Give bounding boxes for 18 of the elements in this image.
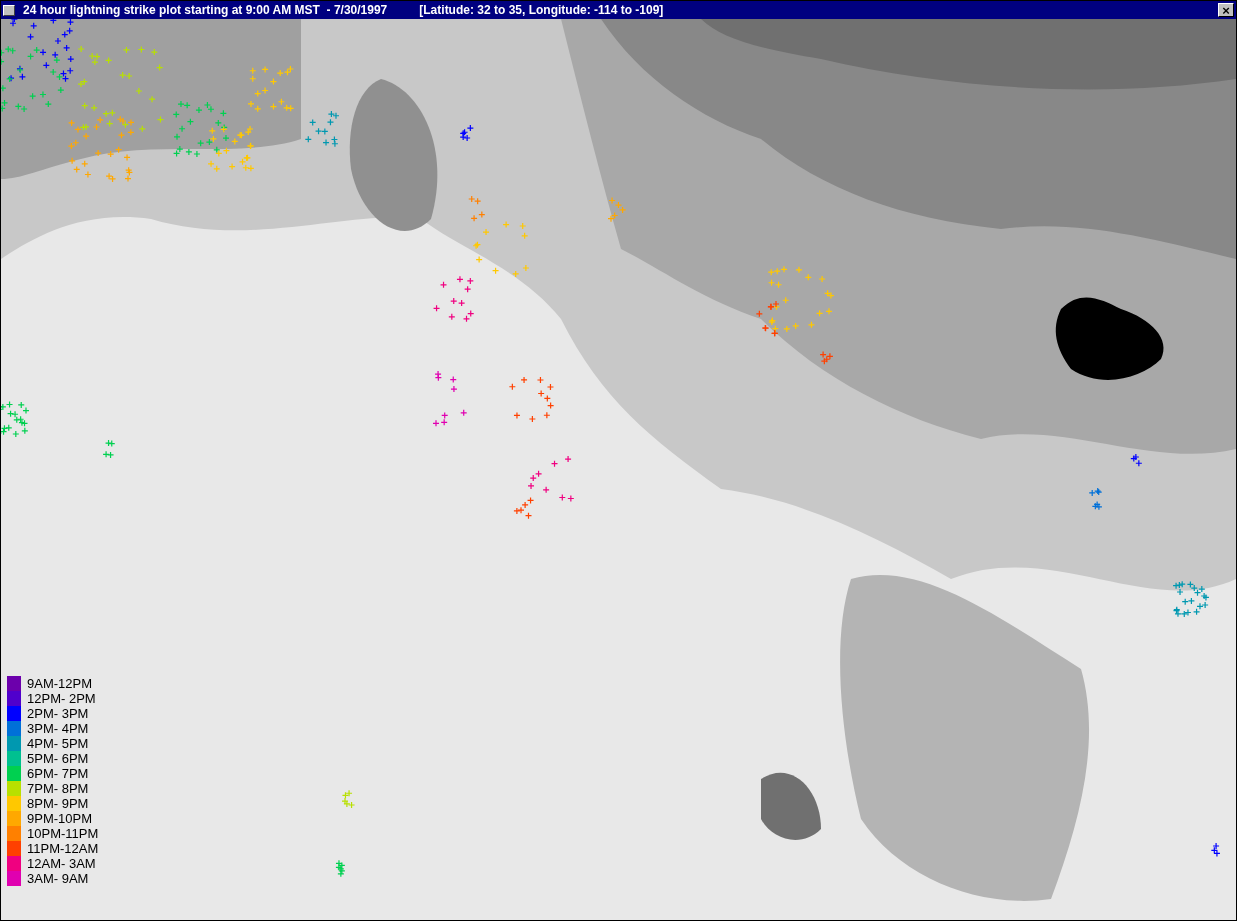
- legend-label: 5PM- 6PM: [26, 751, 89, 766]
- window-menu-icon[interactable]: [3, 4, 15, 16]
- legend-label: 9AM-12PM: [26, 676, 93, 691]
- legend-label: 8PM- 9PM: [26, 796, 89, 811]
- legend-label: 10PM-11PM: [26, 826, 99, 841]
- legend-label: 9PM-10PM: [26, 811, 93, 826]
- legend-label: 4PM- 5PM: [26, 736, 89, 751]
- window-title: 24 hour lightning strike plot starting at 9:00 AM MST - 7/30/1997: [23, 3, 388, 17]
- legend-label: 2PM- 3PM: [26, 706, 89, 721]
- legend-label: 6PM- 7PM: [26, 766, 89, 781]
- legend-label: 11PM-12AM: [26, 841, 99, 856]
- legend-label: 12PM- 2PM: [26, 691, 96, 706]
- legend-label: 7PM- 8PM: [26, 781, 89, 796]
- coordinate-range: [Latitude: 32 to 35, Longitude: -114 to -109]: [419, 3, 664, 17]
- close-button[interactable]: ×: [1218, 3, 1234, 17]
- legend-label: 12AM- 3AM: [26, 856, 96, 871]
- legend-label: 3AM- 9AM: [26, 871, 89, 886]
- legend-label: 3PM- 4PM: [26, 721, 89, 736]
